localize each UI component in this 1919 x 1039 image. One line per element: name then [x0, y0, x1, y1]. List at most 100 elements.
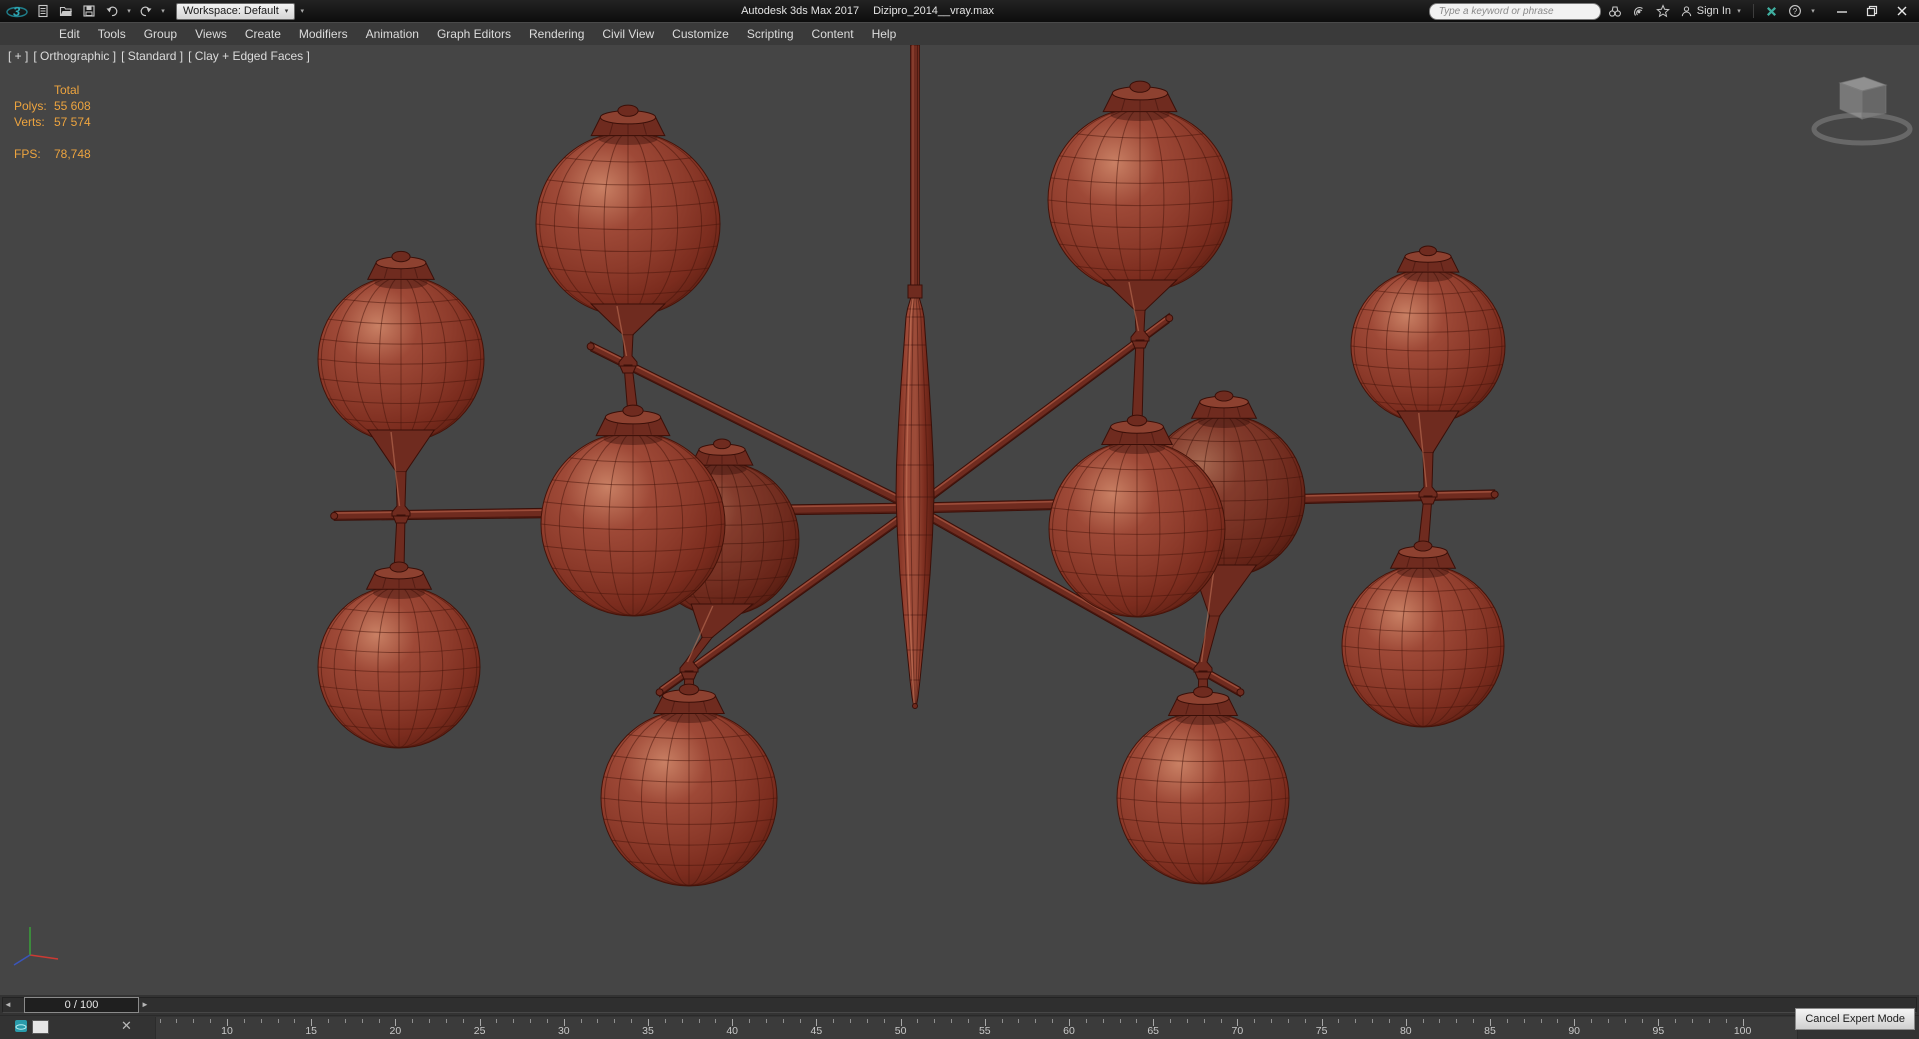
menu-item-customize[interactable]: Customize — [663, 23, 738, 45]
ruler-tick — [1439, 1019, 1441, 1023]
menu-item-civil-view[interactable]: Civil View — [593, 23, 663, 45]
ruler-tick — [1456, 1019, 1458, 1023]
communication-center-button[interactable] — [1629, 2, 1649, 20]
timeline-ruler[interactable]: 10 15 20 25 30 35 40 45 50 55 60 65 70 75 80 85 90 95 100 — [155, 1017, 1798, 1039]
titlebar-separator — [1753, 4, 1754, 18]
ruler-tick — [917, 1019, 919, 1023]
exchange-apps-icon — [1766, 6, 1776, 16]
viewcube[interactable] — [1811, 76, 1913, 146]
ruler-frame-label: 95 — [1652, 1025, 1665, 1037]
menu-item-create[interactable]: Create — [236, 23, 290, 45]
ruler-tick — [412, 1019, 414, 1023]
track-bar: 10 15 20 25 30 35 40 45 50 55 60 65 70 75 80 85 90 95 100 — [0, 1015, 1919, 1039]
app-logo[interactable]: 3 — [4, 1, 30, 21]
workspace-dropdown[interactable]: Workspace: Default ▾ — [176, 2, 296, 20]
help-dropdown-arrow[interactable]: ▾ — [1809, 7, 1817, 15]
restore-button[interactable] — [1857, 1, 1887, 21]
search-button[interactable] — [1605, 2, 1625, 20]
exchange-apps-button[interactable] — [1761, 2, 1781, 20]
help-button[interactable]: ? — [1785, 2, 1805, 20]
viewport-pov-menu[interactable]: [ Orthographic ] — [33, 49, 116, 63]
ruler-frame-label: 75 — [1315, 1025, 1328, 1037]
stats-fps-row: FPS: 78,748 — [14, 146, 91, 162]
chandelier-model[interactable] — [0, 45, 1919, 995]
time-slider-handle[interactable]: 0 / 100 — [24, 997, 139, 1013]
ruler-tick — [1136, 1019, 1138, 1023]
viewport-standard-menu[interactable]: [ Standard ] — [121, 49, 183, 63]
menu-item-modifiers[interactable]: Modifiers — [290, 23, 357, 45]
time-slider-track[interactable] — [2, 997, 1917, 1013]
sign-in-button[interactable]: Sign In ▾ — [1677, 5, 1746, 18]
polys-label: Polys: — [14, 99, 47, 113]
menu-item-views[interactable]: Views — [186, 23, 236, 45]
ruler-tick — [951, 1019, 953, 1023]
ruler-tick — [260, 1019, 262, 1023]
open-folder-icon — [59, 6, 72, 17]
menu-item-group[interactable]: Group — [135, 23, 186, 45]
world-axis-gizmo — [13, 927, 59, 966]
ruler-tick — [715, 1019, 717, 1023]
viewport-shading-menu[interactable]: [ Clay + Edged Faces ] — [188, 49, 310, 63]
ruler-tick — [176, 1019, 178, 1023]
ruler-tick — [445, 1019, 447, 1023]
ruler-frame-label: 50 — [894, 1025, 907, 1037]
next-frame-button[interactable]: ► — [141, 1000, 149, 1010]
svg-text:?: ? — [1793, 7, 1798, 16]
ruler-tick — [1035, 1019, 1037, 1023]
save-icon — [83, 5, 95, 17]
ruler-frame-label: 25 — [473, 1025, 486, 1037]
close-button[interactable] — [1887, 1, 1917, 21]
ruler-tick — [1170, 1019, 1172, 1023]
redo-dropdown-arrow[interactable]: ▾ — [159, 7, 167, 15]
ruler-tick — [1102, 1019, 1104, 1023]
qat-customize-arrow[interactable]: ▾ — [298, 7, 306, 15]
ruler-frame-label: 70 — [1231, 1025, 1244, 1037]
save-file-button[interactable] — [79, 2, 99, 20]
previous-frame-button[interactable]: ◄ — [4, 1000, 12, 1010]
sign-in-label: Sign In — [1696, 5, 1731, 17]
ruler-tick — [1675, 1019, 1677, 1023]
redo-button[interactable] — [136, 2, 156, 20]
trackbar-close-icon[interactable]: ✕ — [121, 1017, 132, 1035]
ruler-frame-label: 35 — [642, 1025, 654, 1037]
menu-item-rendering[interactable]: Rendering — [520, 23, 593, 45]
ruler-tick — [850, 1019, 852, 1023]
app-title: Autodesk 3ds Max 2017 — [741, 5, 860, 17]
svg-text:3: 3 — [13, 4, 21, 19]
ruler-frame-label: 30 — [557, 1025, 570, 1037]
undo-button[interactable] — [102, 2, 122, 20]
undo-dropdown-arrow[interactable]: ▾ — [125, 7, 133, 15]
menu-item-scripting[interactable]: Scripting — [738, 23, 803, 45]
ruler-tick — [1523, 1019, 1525, 1023]
menu-item-help[interactable]: Help — [863, 23, 906, 45]
fps-label: FPS: — [14, 147, 41, 161]
new-scene-button[interactable] — [33, 2, 53, 20]
search-input[interactable] — [1428, 2, 1601, 20]
viewport-general-menu[interactable]: [ + ] — [8, 49, 28, 63]
open-file-button[interactable] — [56, 2, 76, 20]
ruler-tick — [361, 1019, 363, 1023]
menu-item-edit[interactable]: Edit — [50, 23, 89, 45]
cancel-expert-mode-button[interactable]: Cancel Expert Mode — [1795, 1008, 1915, 1030]
ruler-tick — [1203, 1019, 1205, 1023]
menu-item-tools[interactable]: Tools — [89, 23, 135, 45]
redo-icon — [140, 6, 152, 17]
ruler-tick — [1372, 1019, 1374, 1023]
3dsmax-logo-icon: 3 — [6, 4, 28, 19]
menu-item-content[interactable]: Content — [803, 23, 863, 45]
menu-item-graph-editors[interactable]: Graph Editors — [428, 23, 520, 45]
viewport-canvas[interactable]: [ + ] [ Orthographic ] [ Standard ] [ Clay … — [0, 45, 1919, 995]
ruler-tick — [782, 1019, 784, 1023]
ruler-tick — [1018, 1019, 1020, 1023]
menu-item-animation[interactable]: Animation — [357, 23, 428, 45]
ruler-tick — [1085, 1019, 1087, 1023]
mini-listener-field[interactable] — [32, 1020, 49, 1034]
favorites-button[interactable] — [1653, 2, 1673, 20]
verts-label: Verts: — [14, 115, 45, 129]
minimize-button[interactable] — [1827, 1, 1857, 21]
communication-center-icon — [1633, 6, 1643, 16]
ruler-tick — [1641, 1019, 1643, 1023]
ruler-tick — [1607, 1019, 1609, 1023]
document-title: Dizipro_2014__vray.max — [873, 5, 994, 17]
viewport-label: [ + ] [ Orthographic ] [ Standard ] [ Clay … — [8, 49, 310, 63]
